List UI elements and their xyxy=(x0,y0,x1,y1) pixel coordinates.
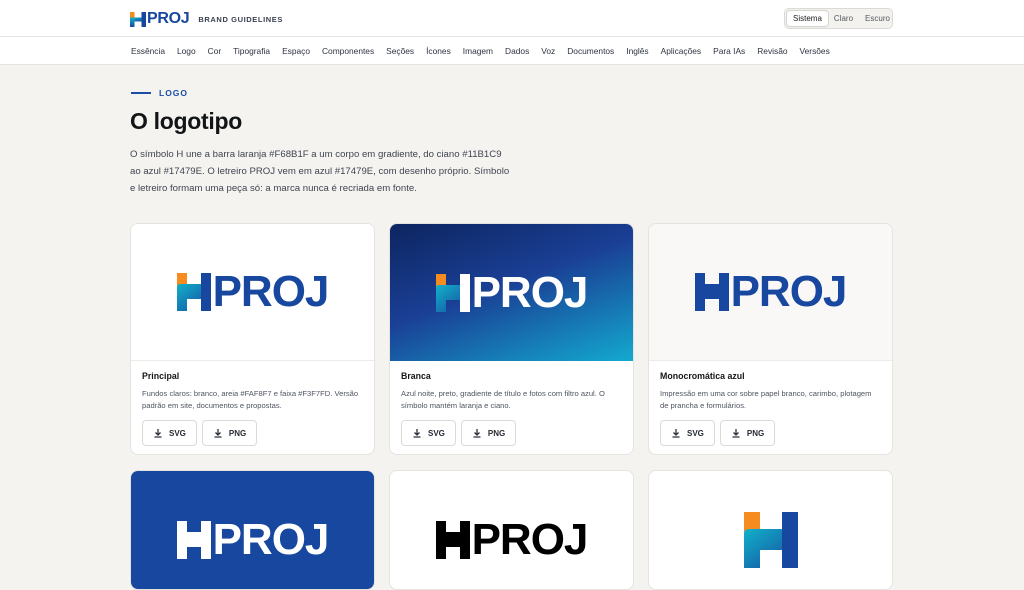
logo-card-mono-branca: PROJ xyxy=(130,470,375,590)
eyebrow-rule xyxy=(131,92,151,94)
logo-preview-simbolo xyxy=(649,471,892,589)
logo-wordmark: PROJ xyxy=(212,514,330,564)
button-label: PNG xyxy=(228,428,247,438)
eyebrow-label: LOGO xyxy=(159,88,189,98)
h-symbol-icon xyxy=(435,273,470,312)
download-svg-button[interactable]: SVG xyxy=(142,420,197,446)
logo-card-mono-azul: PROJ Monocromática azul Impressão em uma… xyxy=(648,223,893,455)
nav-item-imagem[interactable]: Imagem xyxy=(463,46,493,56)
download-icon xyxy=(412,428,422,438)
download-icon xyxy=(153,428,163,438)
h-symbol-icon xyxy=(176,273,211,311)
nav-item-ingles[interactable]: Inglês xyxy=(626,46,648,56)
h-symbol-icon xyxy=(743,511,798,568)
card-title: Branca xyxy=(401,371,431,381)
logo-mono-azul: PROJ xyxy=(694,267,848,316)
logo-wordmark: PROJ xyxy=(730,267,848,316)
logo-wordmark: PROJ xyxy=(471,267,589,317)
nav-item-icones[interactable]: Ícones xyxy=(426,46,451,56)
logo-preview-mono-preta: PROJ xyxy=(390,471,633,589)
nav-item-essencia[interactable]: Essência xyxy=(131,46,165,56)
button-label: SVG xyxy=(169,428,186,438)
card-title: Monocromática azul xyxy=(660,371,745,381)
button-label: PNG xyxy=(746,428,765,438)
theme-switch: Sistema Claro Escuro xyxy=(784,8,893,29)
logo-principal: PROJ xyxy=(176,267,330,316)
card-description: Impressão em uma cor sobre papel branco,… xyxy=(660,389,872,410)
download-icon xyxy=(472,428,482,438)
logo-card-simbolo xyxy=(648,470,893,590)
download-svg-button[interactable]: SVG xyxy=(660,420,715,446)
logo-preview-mono-branca: PROJ xyxy=(131,471,374,589)
nav-item-cor[interactable]: Cor xyxy=(208,46,222,56)
nav-item-dados[interactable]: Dados xyxy=(505,46,529,56)
download-png-button[interactable]: PNG xyxy=(460,420,517,446)
download-icon xyxy=(213,428,223,438)
nav-item-para-ias[interactable]: Para IAs xyxy=(713,46,745,56)
section-eyebrow: LOGO xyxy=(131,88,188,98)
brand[interactable]: PROJ BRAND GUIDELINES xyxy=(130,10,283,28)
top-bar: PROJ BRAND GUIDELINES Sistema Claro Escu… xyxy=(0,0,1024,37)
h-symbol-icon xyxy=(130,11,146,27)
nav-item-voz[interactable]: Voz xyxy=(541,46,555,56)
nav-item-logo[interactable]: Logo xyxy=(177,46,196,56)
nav-item-secoes[interactable]: Seções xyxy=(386,46,414,56)
nav-item-componentes[interactable]: Componentes xyxy=(322,46,374,56)
logo-mono-preta: PROJ xyxy=(435,514,589,564)
section-lead: O símbolo H une a barra laranja #F68B1F … xyxy=(130,149,510,194)
button-label: PNG xyxy=(487,428,506,438)
page-title: O logotipo xyxy=(130,108,242,134)
logo-preview-principal: PROJ xyxy=(131,224,374,361)
brand-logo[interactable]: PROJ xyxy=(130,10,190,28)
nav-item-revisao[interactable]: Revisão xyxy=(757,46,787,56)
logo-preview-mono-azul: PROJ xyxy=(649,224,892,361)
logo-card-branca: PROJ Branca Azul noite, preto, gradiente… xyxy=(389,223,634,455)
download-png-button[interactable]: PNG xyxy=(719,420,776,446)
download-png-button[interactable]: PNG xyxy=(201,420,258,446)
logo-preview-branca: PROJ xyxy=(390,224,633,361)
download-icon xyxy=(671,428,681,438)
theme-option-claro[interactable]: Claro xyxy=(828,11,859,26)
download-icon xyxy=(731,428,741,438)
theme-option-sistema[interactable]: Sistema xyxy=(787,11,828,26)
nav-item-espaco[interactable]: Espaço xyxy=(282,46,310,56)
theme-option-escuro[interactable]: Escuro xyxy=(859,11,896,26)
download-svg-button[interactable]: SVG xyxy=(401,420,456,446)
card-description: Azul noite, preto, gradiente de título e… xyxy=(401,389,605,410)
button-label: SVG xyxy=(428,428,445,438)
logo-mono-branca: PROJ xyxy=(176,514,330,564)
logo-card-mono-preta: PROJ xyxy=(389,470,634,590)
nav-item-aplicacoes[interactable]: Aplicações xyxy=(661,46,702,56)
h-symbol-icon xyxy=(176,520,211,559)
nav-item-tipografia[interactable]: Tipografia xyxy=(233,46,270,56)
nav-item-versoes[interactable]: Versões xyxy=(800,46,830,56)
nav-item-documentos[interactable]: Documentos xyxy=(567,46,614,56)
h-symbol-icon xyxy=(435,520,470,559)
h-symbol-icon xyxy=(694,273,729,311)
brand-caption: BRAND GUIDELINES xyxy=(198,14,283,24)
card-title: Principal xyxy=(142,371,180,381)
logo-card-principal: PROJ Principal Fundos claros: branco, ar… xyxy=(130,223,375,455)
section-nav: Essência Logo Cor Tipografia Espaço Comp… xyxy=(0,37,1024,65)
logo-wordmark: PROJ xyxy=(471,514,589,564)
logo-branca: PROJ xyxy=(435,267,589,317)
brand-wordmark: PROJ xyxy=(147,10,190,27)
card-description: Fundos claros: branco, areia #FAF8F7 e f… xyxy=(142,389,359,410)
button-label: SVG xyxy=(687,428,704,438)
logo-wordmark: PROJ xyxy=(212,267,330,316)
